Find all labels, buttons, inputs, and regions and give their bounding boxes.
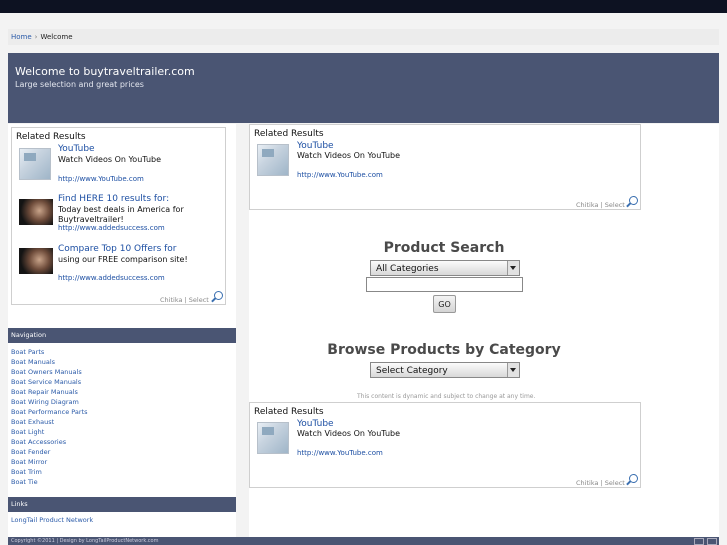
dynamic-content-note: This content is dynamic and subject to c…	[357, 393, 536, 400]
ad-thumbnail[interactable]	[19, 199, 53, 225]
youtube-thumbnail[interactable]	[257, 144, 289, 176]
search-icon[interactable]	[629, 474, 638, 483]
chevron-down-icon[interactable]	[507, 261, 519, 275]
youtube-thumbnail[interactable]	[257, 422, 289, 454]
ad-description: using our FREE comparison site!	[58, 255, 188, 264]
ad-title-link[interactable]: YouTube	[297, 141, 334, 151]
ad-thumbnail[interactable]	[19, 248, 53, 274]
search-icon[interactable]	[214, 291, 223, 300]
browse-category-select[interactable]: Select Category	[370, 362, 520, 378]
site-banner: Welcome to buytraveltrailer.com Large se…	[8, 53, 719, 123]
ad-url-link[interactable]: http://www.YouTube.com	[297, 171, 383, 179]
navigation-heading: Navigation	[8, 328, 236, 343]
chevron-down-icon[interactable]	[507, 363, 519, 377]
nav-link[interactable]: Boat Accessories	[11, 437, 88, 447]
site-tagline: Large selection and great prices	[15, 80, 144, 89]
nav-link[interactable]: Boat Fender	[11, 447, 88, 457]
search-input[interactable]	[366, 277, 523, 292]
breadcrumb: Home › Welcome	[8, 29, 719, 45]
navigation-list: Boat Parts Boat Manuals Boat Owners Manu…	[11, 347, 88, 487]
go-button[interactable]: GO	[433, 295, 456, 313]
ad-url-link[interactable]: http://www.addedsuccess.com	[58, 274, 165, 282]
related-results-heading: Related Results	[16, 132, 86, 142]
site-title: Welcome to buytraveltrailer.com	[15, 65, 195, 78]
nav-link[interactable]: Boat Parts	[11, 347, 88, 357]
browse-categories-title: Browse Products by Category	[327, 342, 561, 358]
nav-link[interactable]: Boat Owners Manuals	[11, 367, 88, 377]
ad-description: Watch Videos On YouTube	[297, 429, 401, 438]
breadcrumb-separator: ›	[34, 33, 38, 41]
nav-link[interactable]: Boat Tie	[11, 477, 88, 487]
nav-link[interactable]: Boat Performance Parts	[11, 407, 88, 417]
nav-link[interactable]: Boat Manuals	[11, 357, 88, 367]
ad-title-link[interactable]: YouTube	[58, 144, 95, 154]
nav-link[interactable]: Boat Service Manuals	[11, 377, 88, 387]
ad-url-link[interactable]: http://www.YouTube.com	[58, 175, 144, 183]
nav-link[interactable]: Boat Exhaust	[11, 417, 88, 427]
ad-description: Watch Videos On YouTube	[58, 155, 162, 164]
links-item[interactable]: LongTail Product Network	[11, 516, 93, 524]
chitika-label[interactable]: Chitika | Select	[576, 201, 625, 209]
ad-title-link[interactable]: YouTube	[297, 419, 334, 429]
main-related-results-bottom: Related Results YouTube Watch Videos On …	[249, 402, 641, 488]
category-select[interactable]: All Categories	[370, 260, 520, 276]
ad-title-link[interactable]: Find HERE 10 results for:	[58, 194, 169, 204]
nav-link[interactable]: Boat Trim	[11, 467, 88, 477]
footer: Copyright ©2011 | Design by LongTailProd…	[8, 537, 719, 545]
breadcrumb-home-link[interactable]: Home	[8, 33, 32, 41]
ad-description: Watch Videos On YouTube	[297, 151, 401, 160]
ad-description: Today best deals in America for Buytrave…	[58, 205, 184, 224]
top-bar	[0, 0, 727, 13]
chitika-label[interactable]: Chitika | Select	[160, 296, 209, 304]
search-icon[interactable]	[629, 196, 638, 205]
ad-url-link[interactable]: http://www.addedsuccess.com	[58, 224, 165, 232]
main-related-results-top: Related Results YouTube Watch Videos On …	[249, 124, 641, 210]
ad-url-link[interactable]: http://www.YouTube.com	[297, 449, 383, 457]
links-heading: Links	[8, 497, 236, 512]
nav-link[interactable]: Boat Wiring Diagram	[11, 397, 88, 407]
nav-link[interactable]: Boat Light	[11, 427, 88, 437]
product-search-title: Product Search	[383, 240, 505, 256]
footer-copyright: Copyright ©2011 | Design by LongTailProd…	[11, 538, 159, 544]
nav-link[interactable]: Boat Mirror	[11, 457, 88, 467]
ad-title-link[interactable]: Compare Top 10 Offers for	[58, 244, 177, 254]
related-results-heading: Related Results	[254, 129, 324, 139]
up-arrow-icon[interactable]	[707, 538, 717, 545]
nav-link[interactable]: Boat Repair Manuals	[11, 387, 88, 397]
category-select-value: All Categories	[376, 264, 439, 274]
related-results-heading: Related Results	[254, 407, 324, 417]
youtube-thumbnail[interactable]	[19, 148, 51, 180]
breadcrumb-current: Welcome	[40, 33, 73, 41]
browse-category-select-value: Select Category	[376, 366, 448, 376]
sidebar-related-results: Related Results YouTube Watch Videos On …	[11, 127, 226, 305]
chitika-label[interactable]: Chitika | Select	[576, 479, 625, 487]
rss-icon[interactable]	[694, 538, 704, 545]
